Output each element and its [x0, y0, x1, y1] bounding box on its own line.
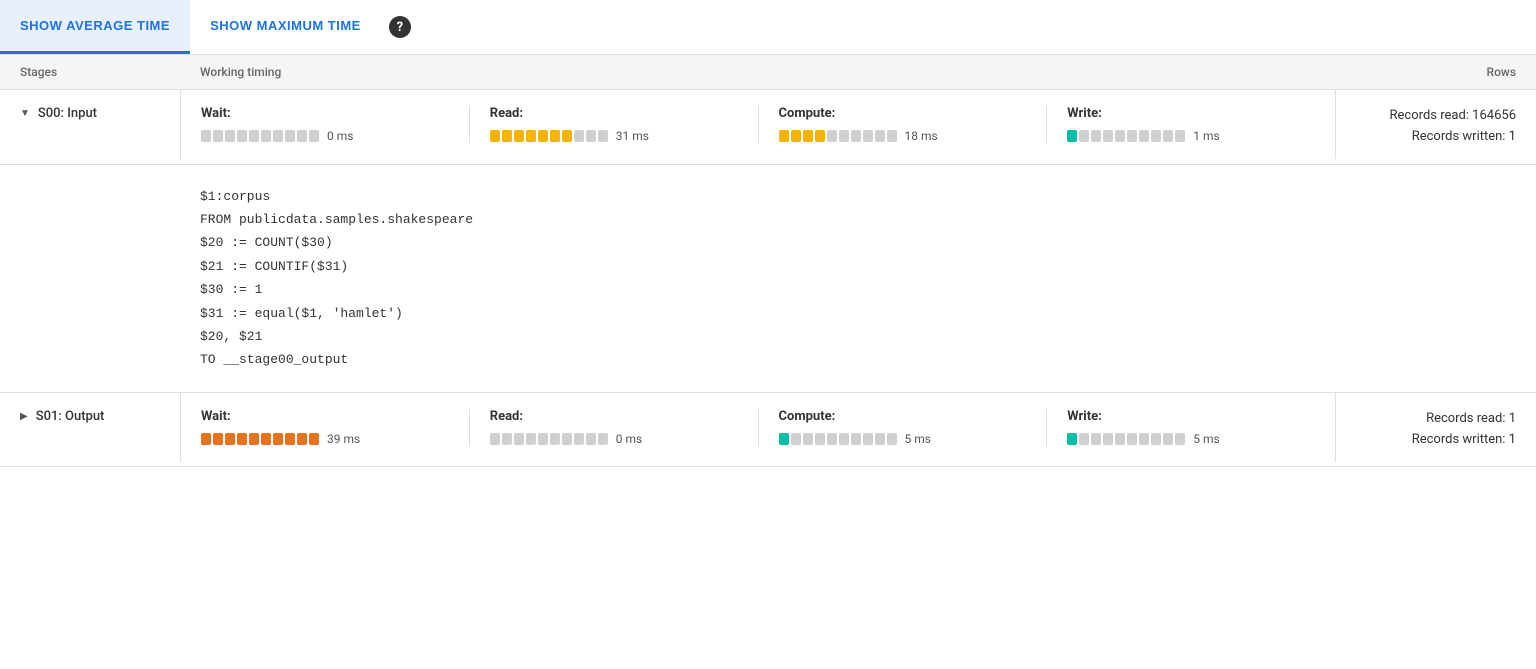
stage-s00-read-value: 31 ms: [616, 129, 649, 143]
query-line-5: $31 := equal($1, 'hamlet'): [200, 302, 1516, 325]
stage-s01-wait-bar-track: [201, 433, 319, 445]
rows-col-header: Rows: [1316, 65, 1516, 79]
stage-s00-compute-bar-track: [779, 130, 897, 142]
query-line-0: $1:corpus: [200, 185, 1516, 208]
stage-s01-records-read: Records read: 1: [1356, 409, 1516, 430]
stage-s01-records-written: Records written: 1: [1356, 430, 1516, 451]
stage-s00-read-label: Read:: [490, 106, 738, 121]
stage-s00-compute-label: Compute:: [779, 106, 1027, 121]
stage-s01-read-value: 0 ms: [616, 432, 642, 446]
working-timing-col-header: Working timing: [200, 65, 1316, 79]
stage-s00-label-col: ▼ S00: Input: [0, 90, 180, 137]
stage-s01-chevron[interactable]: ▶: [20, 411, 28, 422]
query-line-7: TO __stage00_output: [200, 348, 1516, 371]
stage-s00-write-label: Write:: [1067, 106, 1315, 121]
stage-s01-label: S01: Output: [36, 409, 105, 424]
stage-s01-write-value: 5 ms: [1193, 432, 1219, 446]
stage-s01-write-cell: Write:: [1047, 409, 1315, 446]
stage-s01-timing-grid: Wait:: [181, 409, 1335, 446]
query-line-4: $30 := 1: [200, 278, 1516, 301]
stage-s00-write-bar-row: 1 ms: [1067, 129, 1315, 143]
stage-s00-records-written: Records written: 1: [1356, 127, 1516, 148]
query-line-2: $20 := COUNT($30): [200, 231, 1516, 254]
stage-s01-compute-cell: Compute:: [759, 409, 1048, 446]
stage-s01-compute-bar-track: [779, 433, 897, 445]
stage-s00-header: ▼ S00: Input Wait:: [0, 90, 1536, 164]
query-line-1: FROM publicdata.samples.shakespeare: [200, 208, 1516, 231]
stage-s00-write-bar-track: [1067, 130, 1185, 142]
stage-s01-write-label: Write:: [1067, 409, 1315, 424]
stage-s01-read-label: Read:: [490, 409, 738, 424]
stage-s00-section: ▼ S00: Input Wait:: [0, 90, 1536, 165]
stage-s01-timing-col: Wait:: [180, 393, 1336, 462]
stage-s01-read-bar-row: 0 ms: [490, 432, 738, 446]
stage-s01-wait-label: Wait:: [201, 409, 449, 424]
stage-s01-compute-bar-row: 5 ms: [779, 432, 1027, 446]
stage-s00-rows-col: Records read: 164656 Records written: 1: [1336, 90, 1536, 164]
stage-s00-chevron[interactable]: ▼: [20, 108, 30, 119]
stage-s01-compute-value: 5 ms: [905, 432, 931, 446]
query-section: $1:corpus FROM publicdata.samples.shakes…: [0, 165, 1536, 393]
stage-s00-wait-bar-row: 0 ms: [201, 129, 449, 143]
stage-s01-write-bar-track: [1067, 433, 1185, 445]
stage-s00-write-value: 1 ms: [1193, 129, 1219, 143]
stage-s00-timing-grid: Wait:: [181, 106, 1335, 143]
stage-s00-wait-label: Wait:: [201, 106, 449, 121]
show-average-time-tab[interactable]: SHOW AVERAGE TIME: [0, 0, 190, 54]
stage-s01-header: ▶ S01: Output Wait:: [0, 393, 1536, 467]
stage-s01-write-bar-row: 5 ms: [1067, 432, 1315, 446]
column-headers: Stages Working timing Rows: [0, 55, 1536, 90]
stage-s00-read-bar-row: 31 ms: [490, 129, 738, 143]
stage-s01-wait-bar-row: 39 ms: [201, 432, 449, 446]
help-icon[interactable]: ?: [389, 16, 411, 38]
stage-s01-read-cell: Read:: [470, 409, 759, 446]
stage-s01-rows-col: Records read: 1 Records written: 1: [1336, 393, 1536, 467]
stage-s00-read-cell: Read:: [470, 106, 759, 143]
stage-s00-compute-bar-row: 18 ms: [779, 129, 1027, 143]
stage-s01-compute-label: Compute:: [779, 409, 1027, 424]
stage-s00-timing-col: Wait:: [180, 90, 1336, 159]
stage-s01-read-bar-track: [490, 433, 608, 445]
stage-s00-write-cell: Write:: [1047, 106, 1315, 143]
stage-s00-records-read: Records read: 164656: [1356, 106, 1516, 127]
stage-s01-wait-cell: Wait:: [201, 409, 470, 446]
stage-s00-compute-cell: Compute:: [759, 106, 1048, 143]
stage-s00-read-bar-track: [490, 130, 608, 142]
stages-col-header: Stages: [20, 65, 200, 79]
show-maximum-time-tab[interactable]: SHOW MAXIMUM TIME: [190, 0, 381, 54]
stage-s01-section: ▶ S01: Output Wait:: [0, 393, 1536, 468]
stage-s00-compute-value: 18 ms: [905, 129, 938, 143]
stage-s01-wait-value: 39 ms: [327, 432, 360, 446]
stage-s00-wait-cell: Wait:: [201, 106, 470, 143]
query-line-6: $20, $21: [200, 325, 1516, 348]
stage-s00-wait-bar-track: [201, 130, 319, 142]
stage-s00-label: S00: Input: [38, 106, 97, 121]
top-bar: SHOW AVERAGE TIME SHOW MAXIMUM TIME ?: [0, 0, 1536, 55]
stage-s01-label-col: ▶ S01: Output: [0, 393, 180, 440]
stage-s00-wait-value: 0 ms: [327, 129, 353, 143]
query-line-3: $21 := COUNTIF($31): [200, 255, 1516, 278]
